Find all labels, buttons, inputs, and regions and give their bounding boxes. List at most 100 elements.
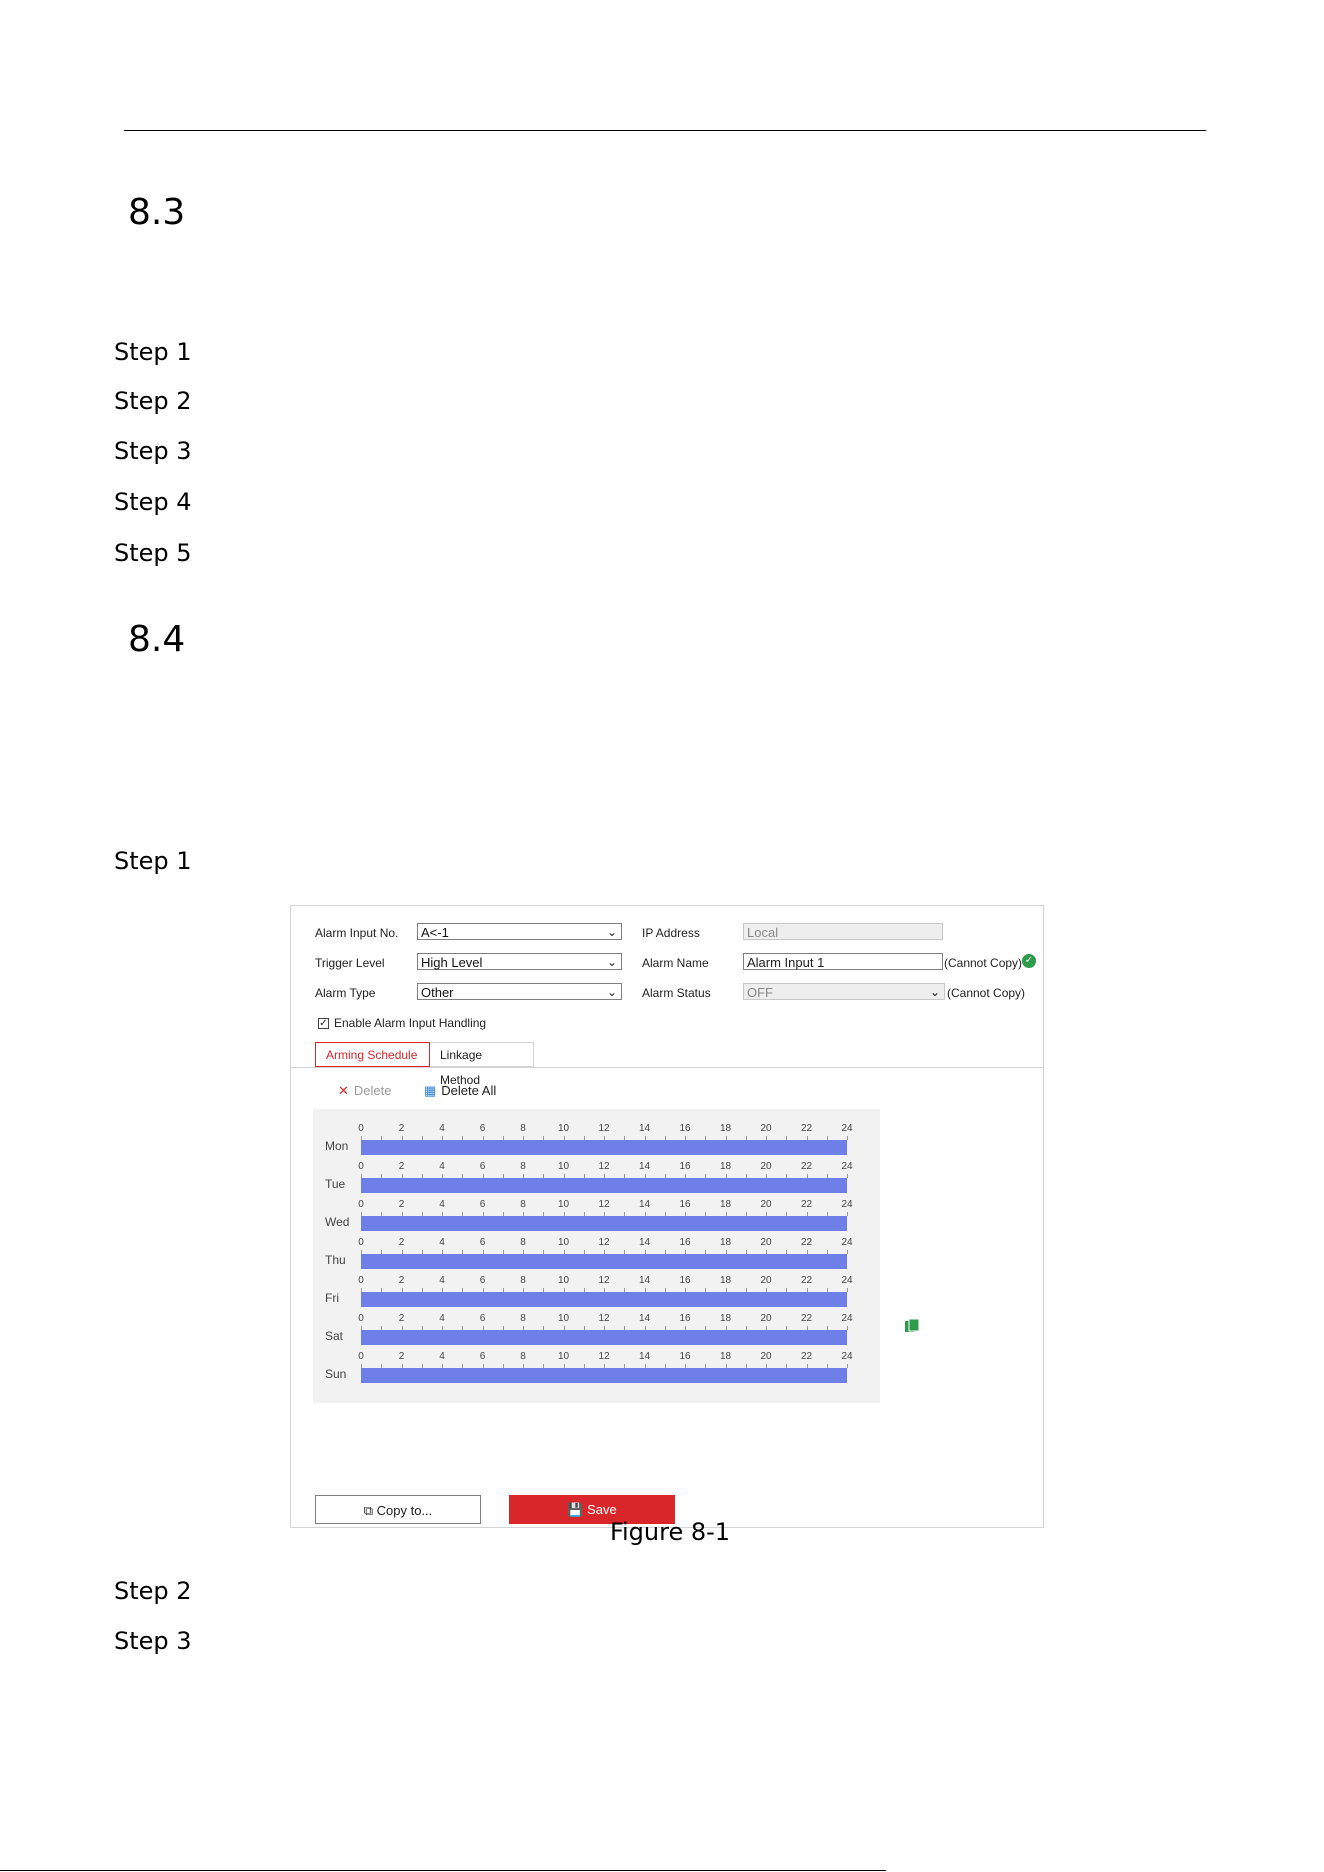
enable-handling-checkbox[interactable]: ✓: [318, 1018, 329, 1029]
alarm-input-no-value: A<-1: [421, 925, 449, 940]
chevron-down-icon: ⌄: [606, 985, 617, 999]
hour-tick-label: 20: [760, 1275, 772, 1286]
hour-tick-label: 10: [557, 1237, 570, 1248]
trash-icon: ▦: [424, 1083, 437, 1098]
delete-all-label: Delete All: [441, 1083, 497, 1098]
save-icon: 💾: [567, 1502, 584, 1517]
hour-tick-label: 18: [719, 1275, 732, 1286]
hour-tick-label: 12: [598, 1351, 610, 1362]
hour-tick-label: 8: [520, 1199, 526, 1210]
section-number: 8.3: [128, 192, 186, 233]
day-label: Sat: [325, 1329, 344, 1343]
hour-tick-label: 14: [638, 1313, 651, 1324]
hour-tick-label: 18: [719, 1161, 732, 1172]
hour-tick-label: 22: [800, 1123, 813, 1134]
hour-tick-label: 4: [439, 1275, 445, 1286]
alarm-status-select: OFF ⌄: [743, 983, 945, 1000]
hour-tick-label: 16: [679, 1161, 691, 1172]
hour-tick-label: 4: [439, 1313, 445, 1324]
schedule-bar[interactable]: [361, 1368, 847, 1383]
delete-button[interactable]: ✕ Delete: [338, 1083, 391, 1099]
trigger-level-value: High Level: [421, 955, 483, 970]
chevron-down-icon: ⌄: [929, 985, 940, 999]
hour-tick-label: 14: [638, 1237, 651, 1248]
ip-address-field: Local: [743, 923, 943, 940]
step-label: Step 3: [114, 1627, 192, 1655]
hour-tick-label: 8: [520, 1313, 526, 1324]
close-icon: ✕: [338, 1083, 349, 1098]
alarm-input-no-label: Alarm Input No.: [315, 926, 399, 940]
hour-tick-label: 16: [679, 1123, 691, 1134]
copy-icon: ⧉: [363, 1503, 374, 1518]
schedule-bar[interactable]: [361, 1140, 847, 1155]
hour-tick-label: 14: [638, 1199, 651, 1210]
schedule-bar[interactable]: [361, 1216, 847, 1231]
hour-tick-label: 4: [439, 1123, 445, 1134]
alarm-type-select[interactable]: Other ⌄: [417, 983, 622, 1000]
hour-tick-mark: [847, 1288, 848, 1292]
hour-tick-label: 6: [479, 1237, 486, 1248]
schedule-bar[interactable]: [361, 1292, 847, 1307]
hour-tick-label: 2: [398, 1161, 405, 1172]
day-label: Fri: [325, 1291, 339, 1305]
hour-tick-label: 12: [598, 1275, 610, 1286]
hour-tick-label: 22: [800, 1313, 813, 1324]
day-label: Wed: [325, 1215, 350, 1229]
hour-tick-label: 24: [841, 1237, 853, 1248]
hour-tick-label: 2: [398, 1351, 405, 1362]
arming-schedule-grid: 0 2 4 6 8 10 12 14 16 18 20 22 24 Mon 0 2 4 6 8 10 12 14 16 18 2…: [313, 1109, 880, 1403]
hour-tick-label: 12: [598, 1237, 610, 1248]
alarm-name-field[interactable]: Alarm Input 1: [743, 953, 943, 970]
trigger-level-select[interactable]: High Level ⌄: [417, 953, 622, 970]
hour-tick-label: 16: [679, 1275, 691, 1286]
schedule-bar[interactable]: [361, 1178, 847, 1193]
hour-tick-label: 16: [679, 1313, 691, 1324]
hour-tick-label: 22: [800, 1351, 813, 1362]
hour-tick-label: 24: [841, 1313, 853, 1324]
schedule-bar[interactable]: [361, 1254, 847, 1269]
day-label: Thu: [325, 1253, 346, 1267]
hour-tick-label: 0: [358, 1275, 364, 1286]
header-rule: [124, 130, 1206, 131]
alarm-input-no-select[interactable]: A<-1 ⌄: [417, 923, 622, 940]
step-label: Step 1: [114, 338, 192, 366]
delete-all-button[interactable]: ▦ Delete All: [424, 1083, 496, 1099]
hour-tick-label: 18: [719, 1313, 732, 1324]
hour-tick-label: 2: [398, 1123, 405, 1134]
hour-tick-label: 12: [598, 1313, 610, 1324]
copy-icon[interactable]: [905, 1318, 920, 1333]
hour-tick-label: 22: [800, 1275, 813, 1286]
schedule-row: 0 2 4 6 8 10 12 14 16 18 20 22 24 Sun: [313, 1351, 880, 1397]
hour-tick-label: 14: [638, 1123, 651, 1134]
hour-tick-label: 20: [760, 1351, 772, 1362]
hour-tick-label: 10: [557, 1351, 570, 1362]
hour-tick-label: 6: [479, 1199, 486, 1210]
hour-tick-label: 24: [841, 1123, 853, 1134]
hour-tick-label: 16: [679, 1199, 691, 1210]
hour-tick-label: 0: [358, 1351, 364, 1362]
tab-linkage-method[interactable]: Linkage Method: [430, 1042, 534, 1087]
hour-tick-label: 24: [841, 1275, 853, 1286]
cannot-copy-note: (Cannot Copy): [944, 956, 1023, 970]
step-label: Step 2: [114, 1577, 192, 1605]
hour-tick-label: 14: [638, 1351, 651, 1362]
hour-tick-label: 6: [479, 1161, 486, 1172]
tab-arming-schedule[interactable]: Arming Schedule: [315, 1042, 430, 1067]
step-label: Step 2: [114, 387, 192, 415]
hour-tick-label: 8: [520, 1237, 526, 1248]
hour-tick-mark: [847, 1212, 848, 1216]
chevron-down-icon: ⌄: [606, 925, 617, 939]
trigger-level-label: Trigger Level: [315, 956, 385, 970]
hour-tick-label: 8: [520, 1123, 526, 1134]
delete-label: Delete: [353, 1083, 392, 1098]
hour-tick-label: 12: [598, 1123, 610, 1134]
alarm-name-label: Alarm Name: [642, 956, 709, 970]
hour-tick-label: 24: [841, 1351, 853, 1362]
hour-tick-label: 10: [557, 1313, 570, 1324]
section-number: 8.4: [128, 619, 186, 660]
step-label: Step 1: [114, 847, 192, 875]
hour-tick-label: 2: [398, 1313, 405, 1324]
hour-tick-label: 8: [520, 1275, 526, 1286]
hour-tick-label: 4: [439, 1199, 445, 1210]
schedule-bar[interactable]: [361, 1330, 847, 1345]
